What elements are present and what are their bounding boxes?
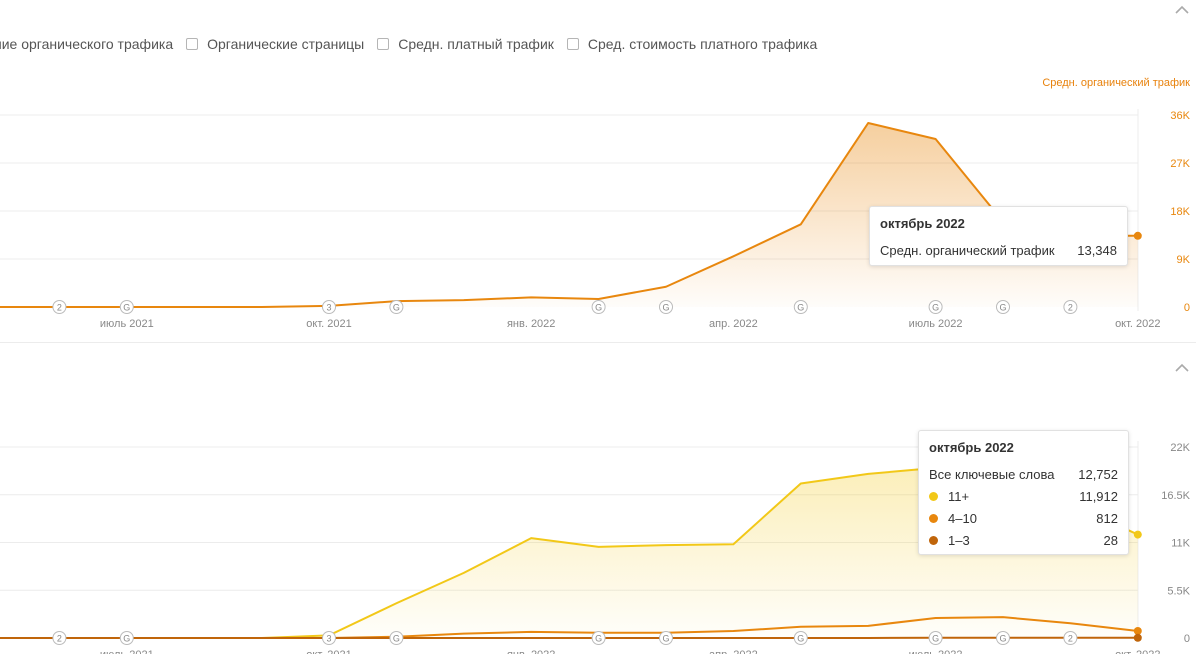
annotation-label: G — [999, 634, 1006, 644]
annotation-label: G — [999, 303, 1006, 313]
tooltip-row-label: 4–10 — [948, 510, 977, 526]
tooltip-row-label: Средн. органический трафик — [880, 242, 1055, 258]
tooltip-title: октябрь 2022 — [880, 216, 965, 231]
y-tick-label: 5.5K — [1167, 585, 1190, 597]
series-toggle-label: Органические страницы — [207, 36, 365, 52]
y-tick-label: 22K — [1170, 442, 1190, 454]
traffic-tooltip: октябрь 2022 Средн. органический трафик … — [869, 206, 1128, 266]
y-tick-label: 27K — [1170, 158, 1190, 170]
series-point — [1133, 231, 1142, 240]
series-toggle-label: Сред. стоимость платного трафика — [587, 36, 818, 52]
tooltip-row: 11+ 11,912 — [929, 485, 1118, 507]
tooltip-row-value: 11,912 — [1079, 488, 1118, 504]
tooltip-row-value: 812 — [1096, 510, 1118, 526]
x-tick-label: янв. 2022 — [507, 318, 555, 330]
y-tick-label: 9K — [1177, 254, 1191, 266]
x-tick-label: окт. 2022 — [1115, 649, 1160, 654]
series-point — [1133, 530, 1142, 539]
annotation-label: 2 — [1068, 634, 1073, 644]
x-tick-label: апр. 2022 — [709, 318, 758, 330]
keywords-tooltip: октябрь 2022 Все ключевые слова 12,752 1… — [918, 430, 1129, 555]
x-tick-label: янв. 2022 — [507, 649, 555, 654]
annotation-label: G — [932, 303, 939, 313]
series-toggle-paid-traffic-cost[interactable]: Сред. стоимость платного трафика — [566, 36, 818, 52]
x-tick-label: окт. 2021 — [306, 318, 351, 330]
annotation-label: G — [123, 634, 130, 644]
x-tick-label: апр. 2022 — [709, 649, 758, 654]
annotation-label: G — [662, 634, 669, 644]
series-dot — [929, 513, 938, 523]
annotation-label: G — [662, 303, 669, 313]
series-point — [1133, 633, 1142, 642]
x-tick-label: июль 2021 — [100, 318, 154, 330]
series-title: Средн. органический трафик — [1042, 77, 1190, 89]
annotation-label: G — [797, 634, 804, 644]
checkbox[interactable] — [377, 38, 390, 50]
y-tick-label: 18K — [1170, 206, 1190, 218]
series-toggle-label: ние органического трафика — [0, 36, 174, 52]
y-tick-label: 36K — [1170, 110, 1190, 122]
y-tick-label: 0 — [1184, 302, 1190, 314]
y-tick-label: 11K — [1171, 538, 1190, 550]
tooltip-row-label: 1–3 — [948, 532, 970, 548]
tooltip-row-value: 28 — [1103, 532, 1118, 548]
x-tick-label: окт. 2022 — [1115, 318, 1160, 330]
tooltip-row-label: Все ключевые слова — [929, 466, 1055, 482]
chevron-up-icon[interactable] — [1172, 360, 1192, 376]
annotation-label: G — [595, 634, 602, 644]
tooltip-row-value: 12,752 — [1078, 466, 1118, 482]
annotation-label: 2 — [57, 303, 62, 313]
annotation-label: 2 — [57, 634, 62, 644]
x-tick-label: июль 2022 — [909, 318, 963, 330]
section-divider — [0, 342, 1196, 343]
annotation-label: 2 — [1068, 303, 1073, 313]
annotation-label: G — [595, 303, 602, 313]
x-tick-label: июль 2022 — [909, 649, 963, 654]
series-toggle-organic-traffic[interactable]: ние органического трафика — [0, 36, 173, 52]
tooltip-title: октябрь 2022 — [929, 440, 1014, 455]
chevron-up-icon[interactable] — [1172, 2, 1192, 18]
tooltip-row-label: 11+ — [948, 488, 970, 504]
tooltip-row-value: 13,348 — [1077, 242, 1117, 258]
series-toggle-paid-traffic[interactable]: Средн. платный трафик — [377, 36, 554, 52]
series-dot — [929, 535, 938, 545]
x-tick-label: июль 2021 — [100, 649, 154, 654]
y-tick-label: 16.5K — [1161, 490, 1190, 502]
annotation-label: G — [123, 303, 130, 313]
tooltip-row: 1–3 28 — [929, 529, 1118, 551]
series-toggle-label: Средн. платный трафик — [398, 36, 554, 52]
annotation-label: G — [393, 303, 400, 313]
annotation-label: G — [932, 634, 939, 644]
series-toggle-row: ние органического трафика Органические с… — [0, 34, 830, 54]
annotation-label: G — [393, 634, 400, 644]
annotation-label: G — [797, 303, 804, 313]
tooltip-row: 4–10 812 — [929, 507, 1118, 529]
annotation-label: 3 — [326, 634, 331, 644]
y-tick-label: 0 — [1184, 633, 1190, 645]
series-dot — [929, 491, 938, 501]
tooltip-row: Средн. органический трафик 13,348 — [880, 239, 1117, 261]
x-tick-label: окт. 2021 — [306, 649, 351, 654]
checkbox[interactable] — [186, 38, 199, 50]
checkbox[interactable] — [566, 38, 579, 50]
annotation-label: 3 — [326, 303, 331, 313]
series-toggle-organic-pages[interactable]: Органические страницы — [186, 36, 364, 52]
series-point — [1133, 626, 1142, 635]
tooltip-row: Все ключевые слова 12,752 — [929, 463, 1118, 485]
